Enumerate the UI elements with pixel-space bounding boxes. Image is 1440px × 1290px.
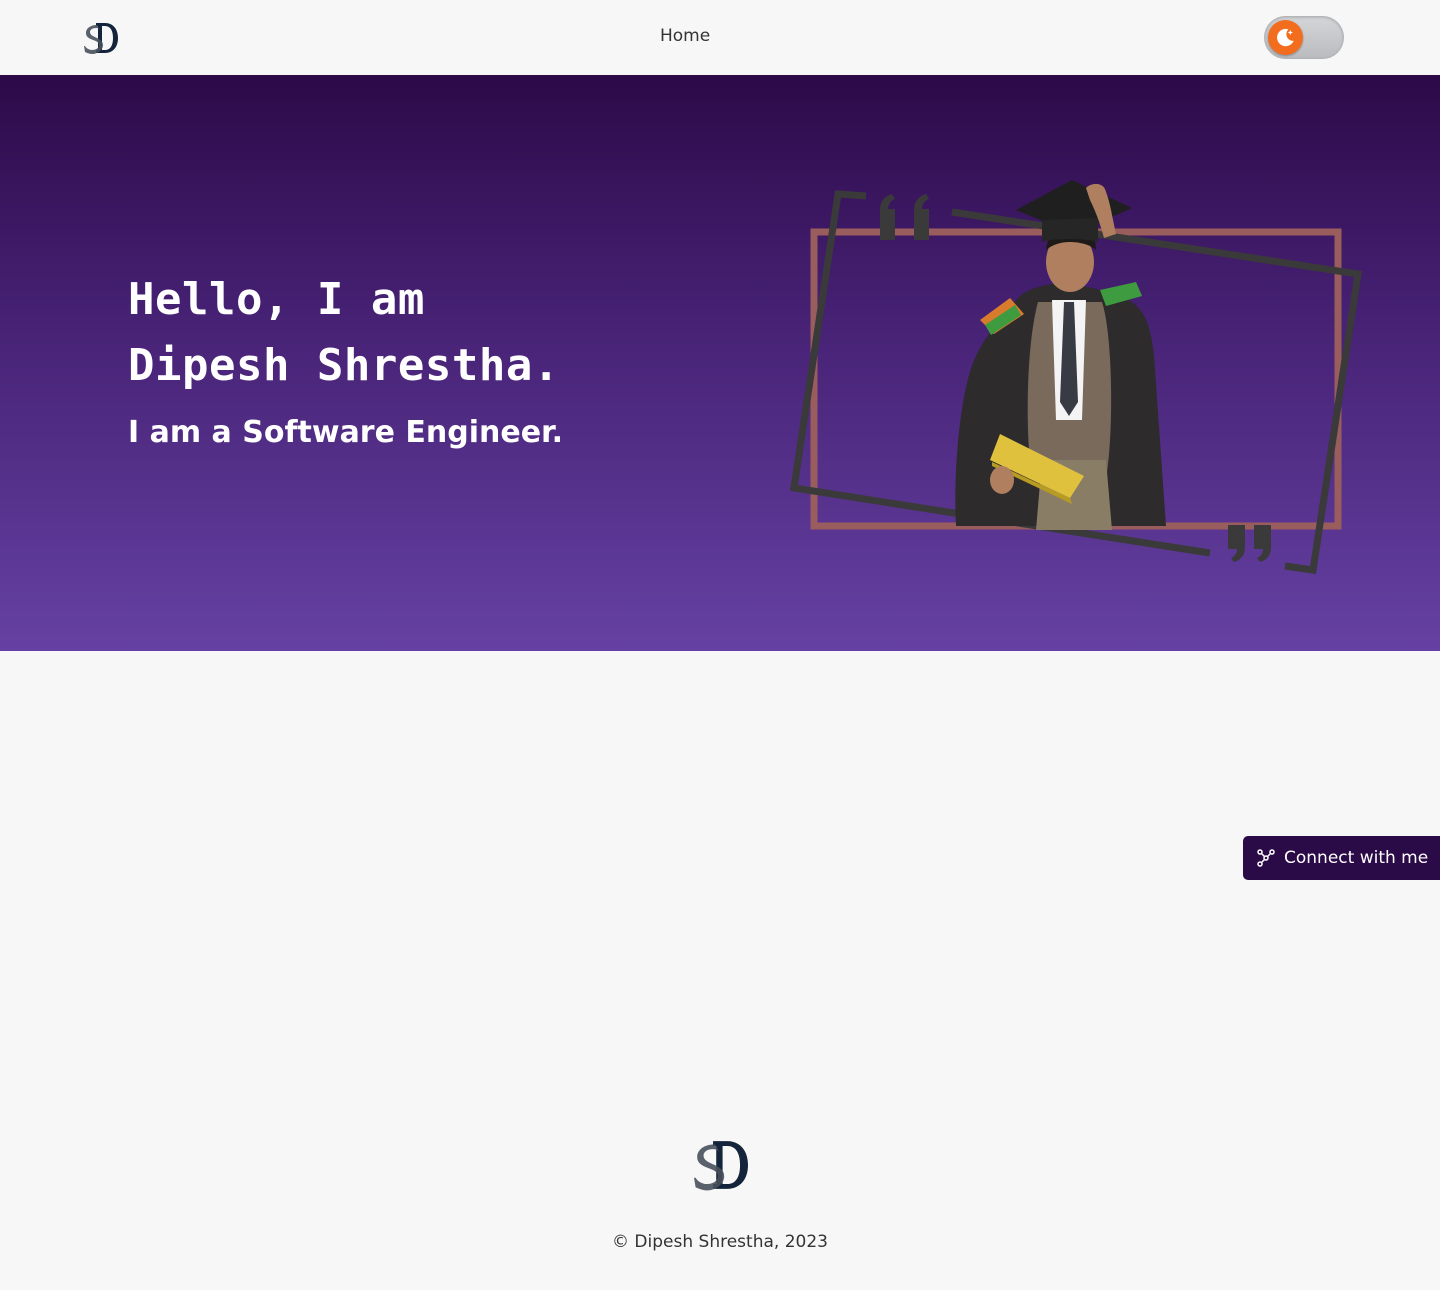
hero-portrait: [790, 180, 1362, 574]
hero-subtitle: I am a Software Engineer.: [128, 415, 563, 450]
connect-label: Connect with me: [1284, 848, 1429, 868]
site-logo[interactable]: [84, 21, 118, 55]
theme-toggle[interactable]: [1264, 16, 1344, 59]
quote-close-icon: [1228, 525, 1271, 562]
nav-home-link[interactable]: Home: [660, 26, 710, 46]
toggle-knob: [1268, 20, 1303, 55]
hero-heading: Hello, I am Dipesh Shrestha.: [128, 267, 560, 399]
hero-section: Hello, I am Dipesh Shrestha. I am a Soft…: [0, 75, 1440, 651]
connect-with-me-button[interactable]: Connect with me: [1243, 836, 1440, 880]
greeting-line-1: Hello, I am: [128, 274, 425, 325]
greeting-line-2: Dipesh Shrestha.: [128, 340, 560, 391]
footer-logo[interactable]: [694, 1138, 748, 1192]
share-network-icon: [1257, 849, 1275, 867]
moon-icon: [1277, 28, 1294, 47]
footer-copyright: © Dipesh Shrestha, 2023: [612, 1232, 828, 1252]
site-header: Home: [0, 0, 1440, 75]
